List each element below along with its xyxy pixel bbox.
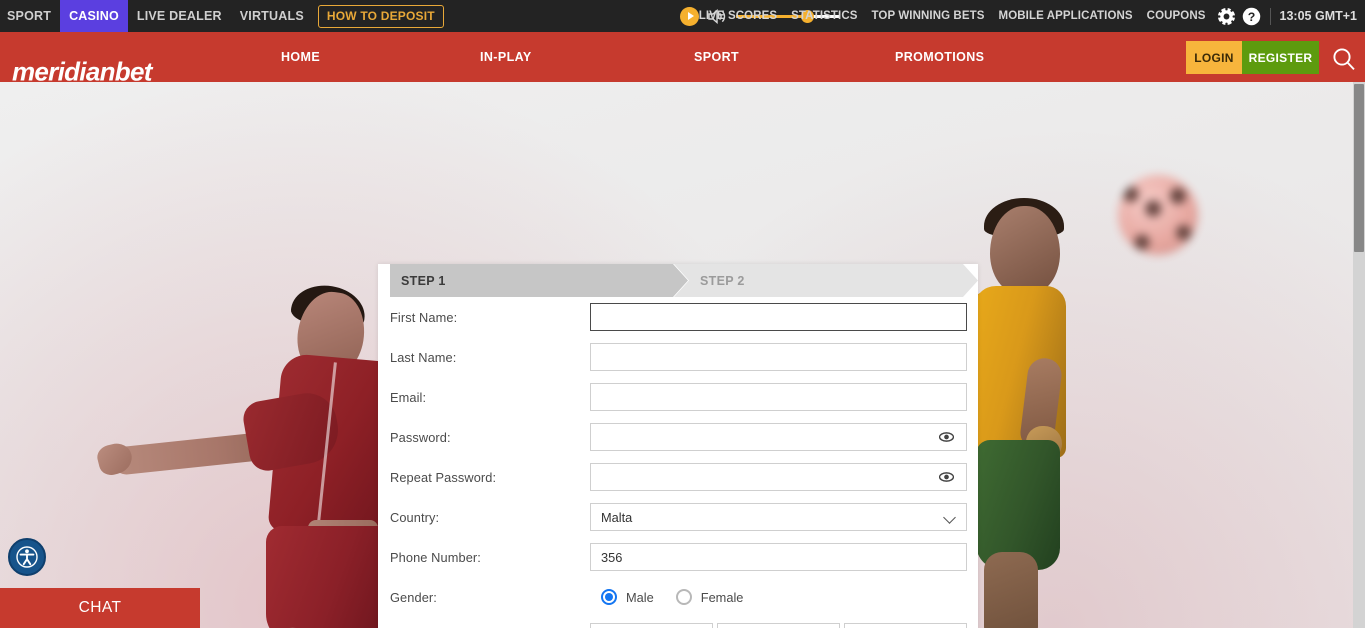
form-row-country: Country: Malta	[390, 497, 967, 537]
email-input[interactable]	[590, 383, 967, 411]
gender-option-male[interactable]: Male	[601, 589, 654, 605]
topbar-item-virtuals[interactable]: VIRTUALS	[231, 0, 313, 32]
radio-selected-icon[interactable]	[601, 589, 617, 605]
country-select[interactable]: Malta	[590, 503, 967, 531]
nav-item-in-play[interactable]: IN-PLAY	[480, 32, 532, 82]
footballer-right-image	[960, 190, 1140, 628]
svg-text:?: ?	[1248, 9, 1256, 23]
topbar-item-live-scores[interactable]: LIVE SCORES	[692, 0, 784, 32]
topbar-divider	[1269, 7, 1271, 25]
step-2-tab[interactable]: STEP 2	[674, 264, 978, 297]
form-row-phone: Phone Number:	[390, 537, 967, 577]
search-icon[interactable]	[1331, 46, 1357, 72]
login-button[interactable]: LOGIN	[1186, 41, 1242, 74]
registration-form: First Name: Last Name: Email: Password: …	[378, 297, 978, 628]
form-row-last-name: Last Name:	[390, 337, 967, 377]
player-right-head	[990, 206, 1060, 294]
gender-female-label: Female	[700, 589, 744, 605]
top-bar-right-nav: LIVE SCORES STATISTICS TOP WINNING BETS …	[692, 0, 1365, 32]
register-button[interactable]: REGISTER	[1242, 41, 1319, 74]
country-label: Country:	[390, 509, 440, 525]
player-right-thigh	[984, 552, 1038, 628]
chat-button[interactable]: CHAT	[0, 588, 200, 628]
how-to-deposit-button[interactable]: HOW TO DEPOSIT	[317, 4, 444, 28]
radio-unselected-icon[interactable]	[675, 589, 692, 605]
form-row-email: Email:	[390, 377, 967, 417]
main-header: meridianbet HOME IN-PLAY SPORT PROMOTION…	[0, 32, 1365, 87]
step-1-tab[interactable]: STEP 1	[390, 264, 688, 297]
gender-radio-group: Male Female	[590, 589, 966, 605]
form-row-repeat-password: Repeat Password:	[390, 457, 967, 497]
form-row-birthday: Birthday: 2005 June	[390, 617, 967, 628]
phone-number-label: Phone Number:	[390, 549, 481, 565]
form-row-first-name: First Name:	[390, 297, 967, 337]
topbar-item-live-dealer[interactable]: LIVE DEALER	[128, 0, 231, 32]
password-input[interactable]	[590, 423, 967, 451]
birthday-day-select[interactable]: 06	[844, 623, 967, 628]
player-right-shorts	[976, 440, 1060, 570]
gear-icon[interactable]	[1216, 5, 1238, 27]
birthday-selects: 2005 June 06	[590, 623, 967, 628]
help-circle-icon[interactable]: ?	[1241, 5, 1263, 27]
gender-label: Gender:	[390, 589, 437, 605]
form-row-gender: Gender: Male Female	[390, 577, 966, 617]
chevron-down-icon	[945, 513, 956, 520]
topbar-item-sport[interactable]: SPORT	[0, 0, 60, 32]
step-indicator: STEP 1 STEP 2	[378, 264, 978, 297]
top-utility-bar: SPORT CASINO LIVE DEALER VIRTUALS HOW TO…	[0, 0, 1365, 32]
brand-logo[interactable]: meridianbet	[12, 57, 152, 88]
password-label: Password:	[390, 429, 451, 445]
form-row-password: Password:	[390, 417, 967, 457]
birthday-month-select[interactable]: June	[717, 623, 840, 628]
repeat-password-label: Repeat Password:	[390, 469, 497, 485]
footballer-left-image	[70, 280, 411, 628]
clock-label: 13:05 GMT+1	[1279, 9, 1357, 23]
topbar-item-coupons[interactable]: COUPONS	[1140, 0, 1213, 32]
topbar-item-mobile-applications[interactable]: MOBILE APPLICATIONS	[992, 0, 1140, 32]
page-body: STEP 1 STEP 2 First Name: Last Name: Ema…	[0, 82, 1353, 628]
first-name-input[interactable]	[590, 303, 967, 331]
gender-option-female[interactable]: Female	[675, 589, 744, 605]
phone-number-input[interactable]	[590, 543, 967, 571]
nav-item-sport[interactable]: SPORT	[694, 32, 739, 82]
top-bar-left-nav: SPORT CASINO LIVE DEALER VIRTUALS HOW TO…	[0, 0, 444, 32]
gender-male-label: Male	[626, 589, 654, 605]
topbar-item-casino[interactable]: CASINO	[60, 0, 128, 32]
country-value: Malta	[601, 509, 633, 525]
birthday-year-select[interactable]: 2005	[590, 623, 713, 628]
eye-icon[interactable]	[938, 470, 955, 484]
last-name-input[interactable]	[590, 343, 967, 371]
nav-item-home[interactable]: HOME	[281, 32, 320, 82]
eye-icon[interactable]	[938, 430, 955, 444]
nav-item-promotions[interactable]: PROMOTIONS	[895, 32, 984, 82]
topbar-item-top-winning-bets[interactable]: TOP WINNING BETS	[865, 0, 992, 32]
registration-panel: STEP 1 STEP 2 First Name: Last Name: Ema…	[378, 264, 978, 628]
topbar-item-statistics[interactable]: STATISTICS	[784, 0, 864, 32]
browser-viewport: SPORT CASINO LIVE DEALER VIRTUALS HOW TO…	[0, 0, 1365, 628]
first-name-label: First Name:	[390, 309, 458, 325]
accessibility-icon[interactable]	[8, 538, 46, 576]
page-scrollbar-thumb[interactable]	[1354, 84, 1364, 252]
last-name-label: Last Name:	[390, 349, 457, 365]
repeat-password-input[interactable]	[590, 463, 967, 491]
email-label: Email:	[390, 389, 427, 405]
